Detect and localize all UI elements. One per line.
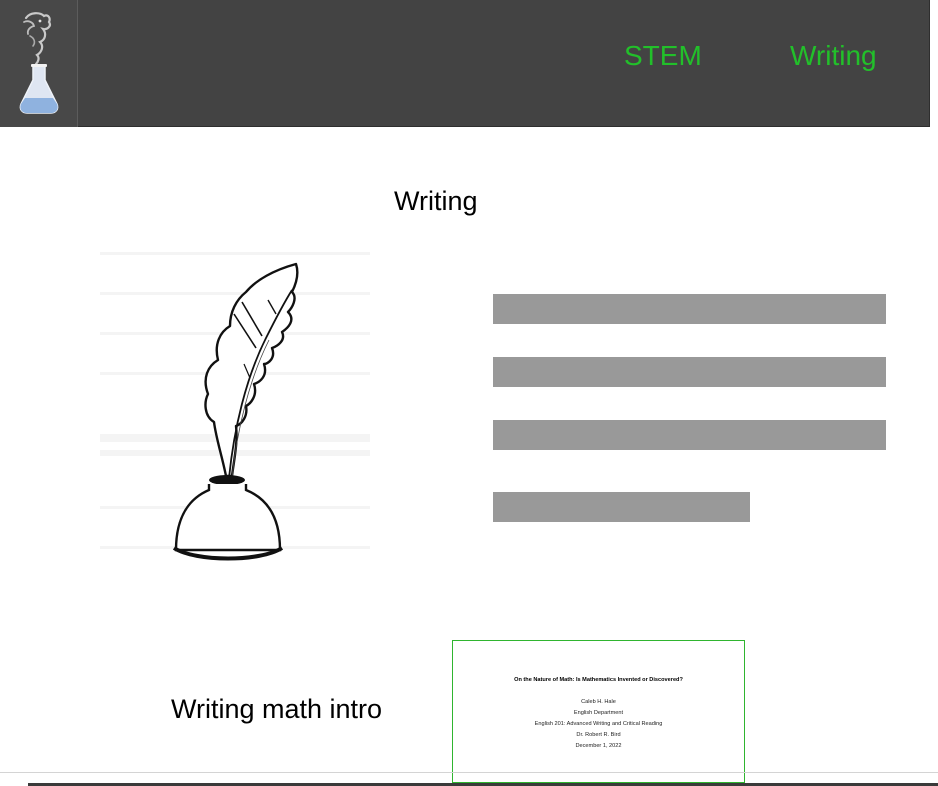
placeholder-bar	[493, 492, 750, 522]
placeholder-bar	[493, 357, 886, 387]
top-navbar: STEM Writing	[0, 0, 930, 127]
section-title: Writing	[394, 186, 478, 216]
thumbnail-line: Dr. Robert R. Bird	[576, 732, 621, 738]
home-logo[interactable]	[0, 0, 78, 127]
thumbnail-title: On the Nature of Math: Is Mathematics In…	[514, 677, 683, 683]
nav-link-stem[interactable]: STEM	[624, 40, 702, 72]
document-label: Writing math intro	[171, 694, 383, 724]
thumbnail-line: English 201: Advanced Writing and Critic…	[534, 721, 663, 727]
thumbnail-line: English Department	[573, 710, 624, 716]
footer-divider	[0, 772, 938, 773]
quill-inkwell-icon	[96, 228, 376, 590]
dragon-flask-logo-icon	[19, 12, 59, 114]
placeholder-bar	[493, 294, 886, 324]
thumbnail-line: Caleb H. Hale	[581, 699, 616, 705]
document-thumbnail[interactable]: On the Nature of Math: Is Mathematics In…	[452, 640, 745, 783]
thumbnail-line: December 1, 2022	[575, 743, 622, 749]
placeholder-bar	[493, 420, 886, 450]
nav-link-writing[interactable]: Writing	[790, 40, 877, 72]
